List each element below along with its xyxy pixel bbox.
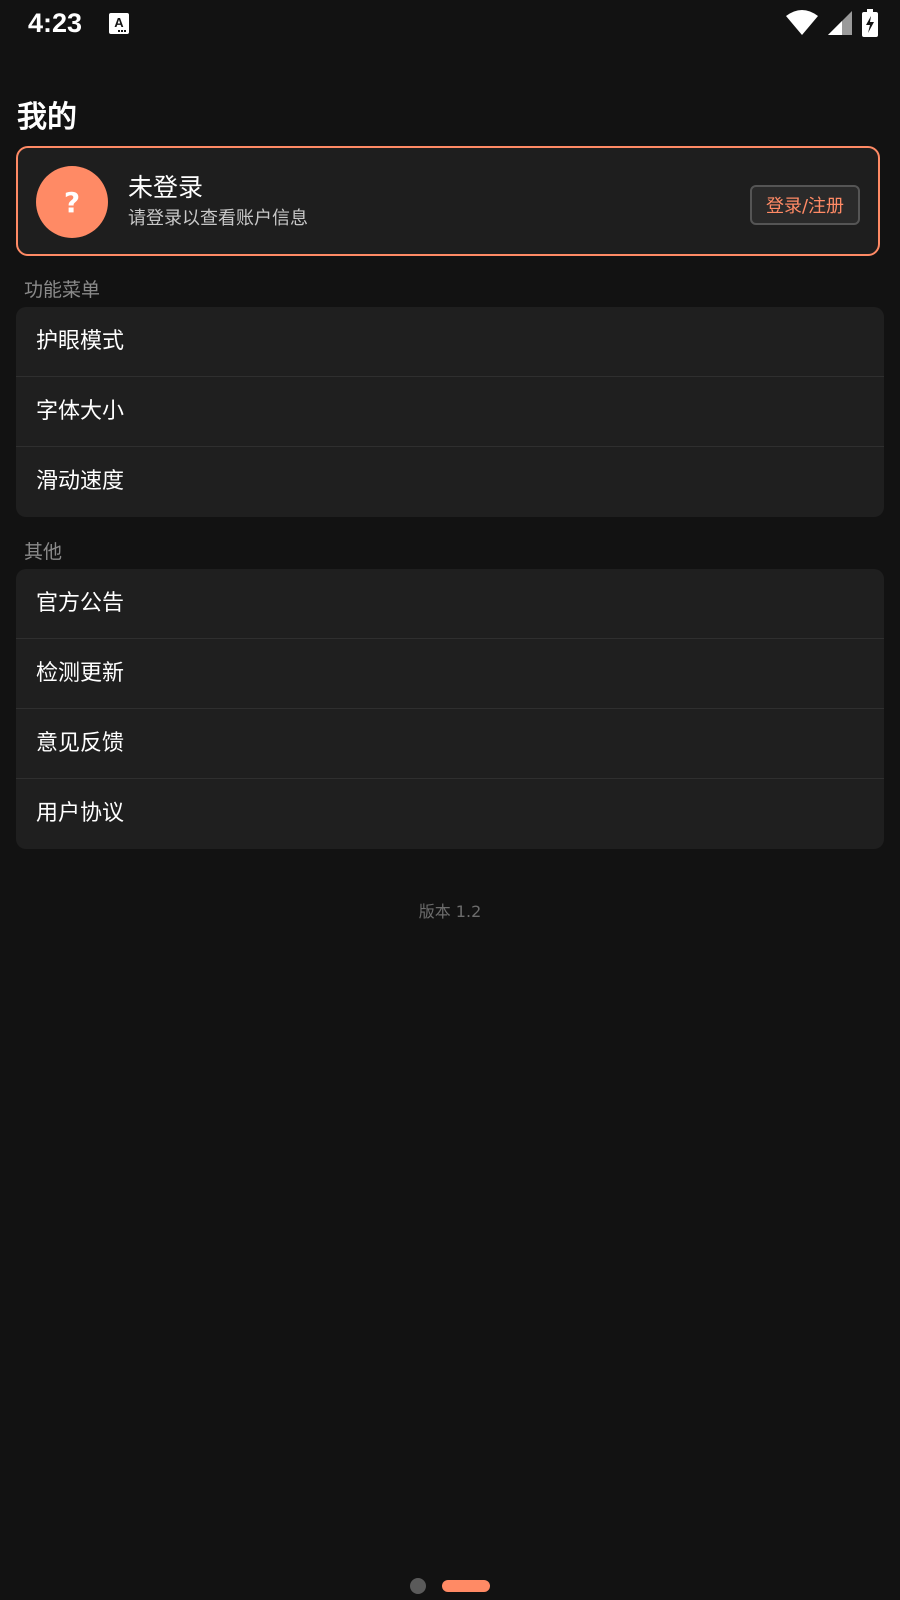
menu-item-eye-protection[interactable]: 护眼模式	[16, 307, 884, 377]
avatar[interactable]: ?	[36, 166, 108, 238]
status-time: 4:23	[28, 8, 83, 38]
menu-group-features: 护眼模式 字体大小 滑动速度	[16, 307, 884, 517]
battery-charging-icon	[862, 9, 878, 41]
version-label: 版本 1.2	[418, 902, 482, 921]
svg-text:A: A	[114, 15, 124, 30]
menu-item-announcements[interactable]: 官方公告	[16, 569, 884, 639]
profile-name: 未登录	[128, 173, 204, 202]
page-title: 我的	[17, 100, 77, 135]
menu-item-scroll-speed[interactable]: 滑动速度	[16, 447, 884, 517]
status-bar: 4:23 A	[0, 0, 900, 50]
page-dot-inactive[interactable]	[410, 1578, 426, 1594]
menu-group-other: 官方公告 检测更新 意见反馈 用户协议	[16, 569, 884, 849]
page-dot-active[interactable]	[442, 1580, 490, 1592]
wifi-icon	[786, 10, 818, 40]
page-indicator	[0, 1578, 900, 1594]
menu-item-feedback[interactable]: 意见反馈	[16, 709, 884, 779]
menu-item-font-size[interactable]: 字体大小	[16, 377, 884, 447]
section-header-other: 其他	[24, 541, 63, 563]
profile-subtitle: 请登录以查看账户信息	[128, 208, 308, 229]
section-header-features: 功能菜单	[24, 279, 101, 301]
login-register-button[interactable]: 登录/注册	[750, 185, 860, 225]
cell-signal-icon	[828, 11, 852, 39]
a-accessibility-icon: A	[109, 13, 129, 34]
profile-card[interactable]: ? 未登录 请登录以查看账户信息 登录/注册	[16, 146, 880, 256]
menu-item-user-agreement[interactable]: 用户协议	[16, 779, 884, 849]
menu-item-check-update[interactable]: 检测更新	[16, 639, 884, 709]
